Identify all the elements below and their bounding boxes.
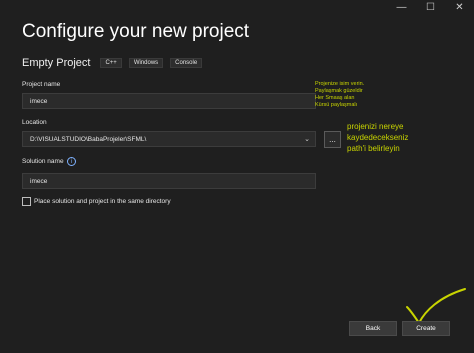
tag-language: C++ xyxy=(100,58,122,68)
close-button[interactable]: ✕ xyxy=(445,0,474,14)
annotation-line: Her Smaaş alan xyxy=(315,95,355,101)
back-button[interactable]: Back xyxy=(349,321,397,336)
same-directory-label: Place solution and project in the same d… xyxy=(34,198,171,205)
maximize-button[interactable]: ☐ xyxy=(416,0,445,14)
annotation-line: projenizi nereye xyxy=(347,122,404,131)
location-value: D:\VISUALSTUDIO\BabaProjeler\SFML\ xyxy=(30,135,147,143)
chevron-down-icon: ⌄ xyxy=(304,136,310,143)
annotation-line: Paylaşmak güzeldir xyxy=(315,88,363,94)
annotation-project-name-note: Projenize isim verin. Paylaşmak güzeldir… xyxy=(315,81,364,109)
annotation-line: Kürsü paylaşmalı xyxy=(315,102,358,108)
location-dropdown[interactable]: D:\VISUALSTUDIO\BabaProjeler\SFML\ ⌄ xyxy=(22,131,316,147)
annotation-location-note: projenizi nereye kaydedecekseniz path'i … xyxy=(347,121,408,154)
tag-project-type: Console xyxy=(170,58,203,68)
info-icon[interactable]: i xyxy=(67,157,76,166)
project-name-input[interactable]: imece xyxy=(22,93,316,109)
annotation-line: Projenize isim verin. xyxy=(315,81,365,87)
solution-name-input[interactable]: imece xyxy=(22,173,316,189)
annotation-line: path'i belirleyin xyxy=(347,144,400,153)
same-directory-checkbox[interactable] xyxy=(22,197,31,206)
create-button[interactable]: Create xyxy=(402,321,450,336)
project-name-label: Project name xyxy=(22,81,61,88)
page-title: Configure your new project xyxy=(22,21,250,42)
tag-platform: Windows xyxy=(128,58,164,68)
location-label: Location xyxy=(22,119,47,126)
annotation-line: kaydedecekseniz xyxy=(347,133,409,142)
template-info: Empty Project C++ Windows Console xyxy=(22,57,209,69)
window-controls: — ☐ ✕ xyxy=(387,0,474,14)
browse-button[interactable]: ... xyxy=(324,131,341,148)
solution-name-label: Solution name xyxy=(22,158,64,165)
minimize-button[interactable]: — xyxy=(387,0,416,14)
template-name: Empty Project xyxy=(22,57,91,69)
